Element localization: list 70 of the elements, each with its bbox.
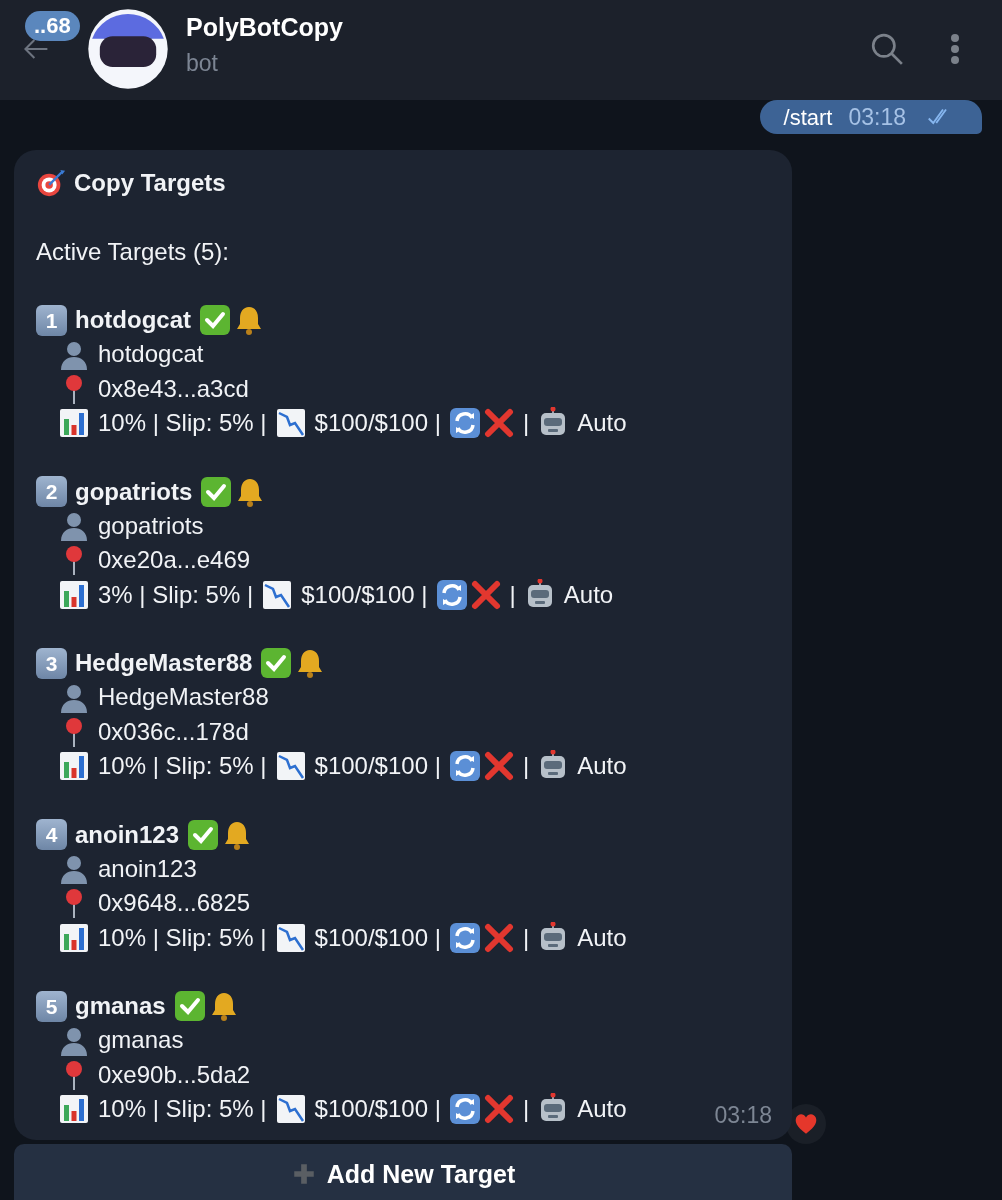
bar-chart-icon xyxy=(58,578,90,611)
bar-chart-icon xyxy=(58,750,90,783)
limit-text: $100/$100 | xyxy=(314,408,441,439)
message-text: Active Targets (5): xyxy=(36,236,229,267)
address-text: 0x036c...178d xyxy=(98,716,249,747)
mode-text: Auto xyxy=(577,922,627,953)
separator-text: | xyxy=(522,1094,530,1124)
chat-subtitle: bot xyxy=(186,50,219,76)
stats-text: 10% | Slip: 5% | xyxy=(98,1094,267,1124)
target-name: anoin123 xyxy=(75,819,180,850)
reaction-badge[interactable] xyxy=(786,1104,826,1145)
message-time: 03:18 xyxy=(714,1101,772,1130)
chat-title: PolyBotCopy xyxy=(186,14,343,42)
bar-chart-icon xyxy=(58,407,90,440)
keycap-number: 4 xyxy=(36,819,67,851)
target-name: hotdogcat xyxy=(75,305,191,336)
separator-text: | xyxy=(522,751,530,782)
limit-text: $100/$100 | xyxy=(314,751,441,782)
person-icon xyxy=(58,510,90,543)
keycap-number: 2 xyxy=(36,476,67,508)
chart-down-icon xyxy=(261,578,294,611)
refresh-icon xyxy=(448,407,481,440)
bar-chart-icon xyxy=(58,1093,90,1126)
menu-icon[interactable] xyxy=(949,32,961,66)
refresh-icon xyxy=(448,750,481,783)
address-text: 0xe90b...5da2 xyxy=(98,1059,251,1090)
target-name: gopatriots xyxy=(75,476,193,507)
limit-text: $100/$100 | xyxy=(314,922,441,953)
bar-chart-icon xyxy=(58,921,90,954)
username-text: gmanas xyxy=(98,1025,184,1056)
address-text: 0x8e43...a3cd xyxy=(98,373,249,404)
stats-text: 10% | Slip: 5% | xyxy=(98,922,267,953)
refresh-icon xyxy=(435,578,468,611)
limit-text: $100/$100 | xyxy=(314,1094,441,1124)
unread-badge: ..68 xyxy=(25,11,80,41)
keycap-number: 1 xyxy=(36,304,67,336)
mode-text: Auto xyxy=(563,579,614,610)
chart-down-icon xyxy=(274,1093,307,1126)
address-text: 0x9648...6825 xyxy=(98,888,251,919)
keycap-number: 5 xyxy=(36,990,67,1022)
target-name: HedgeMaster88 xyxy=(75,648,253,679)
stats-text: 10% | Slip: 5% | xyxy=(98,408,267,439)
message-title: Copy Targets xyxy=(74,168,226,198)
message-text: /start xyxy=(783,103,833,132)
limit-text: $100/$100 | xyxy=(301,579,428,610)
message-time: 03:18 xyxy=(848,102,906,132)
mode-text: Auto xyxy=(577,1094,627,1124)
person-icon xyxy=(58,853,90,886)
address-text: 0xe20a...e469 xyxy=(98,545,251,576)
keycap-number: 3 xyxy=(36,647,67,679)
refresh-icon xyxy=(448,1093,481,1126)
mode-text: Auto xyxy=(577,751,627,782)
mode-text: Auto xyxy=(577,408,627,439)
search-icon[interactable] xyxy=(870,32,904,66)
dart-target-icon xyxy=(36,168,66,199)
stats-text: 3% | Slip: 5% | xyxy=(98,579,254,610)
chart-down-icon xyxy=(274,921,307,954)
target-name: gmanas xyxy=(75,991,166,1022)
username-text: HedgeMaster88 xyxy=(98,682,269,713)
username-text: anoin123 xyxy=(98,853,197,884)
stats-text: 10% | Slip: 5% | xyxy=(98,751,267,782)
separator-text: | xyxy=(522,922,530,953)
username-text: gopatriots xyxy=(98,510,204,541)
add-target-button[interactable]: Add New Target xyxy=(14,1144,792,1200)
username-text: hotdogcat xyxy=(98,339,204,370)
separator-text: | xyxy=(509,579,516,610)
refresh-icon xyxy=(448,921,481,954)
chart-down-icon xyxy=(274,750,307,783)
separator-text: | xyxy=(522,408,530,439)
chart-down-icon xyxy=(274,407,307,440)
